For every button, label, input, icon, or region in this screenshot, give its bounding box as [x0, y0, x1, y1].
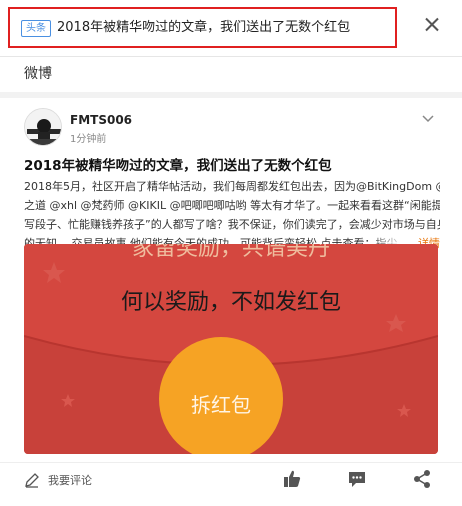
section-title: 微博 [24, 66, 52, 82]
post-body-line: 写段子、忙能赚钱养孩子”的人都写了啥？我不保证，你们读完了，会减少对市场与自身 [24, 218, 440, 231]
like-icon[interactable] [282, 469, 302, 489]
top-notification-bar: 头条 2018年被精华吻过的文章，我们送出了无数个红包 [0, 0, 462, 56]
headline-tag: 头条 [21, 20, 51, 37]
divider [0, 56, 462, 57]
chevron-down-icon[interactable] [422, 112, 434, 124]
open-red-packet-label: 拆红包 [191, 393, 251, 417]
open-red-packet-button[interactable]: 拆红包 [159, 337, 283, 454]
comment-label: 我要评论 [48, 474, 92, 487]
image-caption: 何以奖励，不如发红包 [120, 290, 341, 315]
post-body-line: 之道 @xhl @梵药师 @KIKIL @吧唧吧唧咕哟 等太有才华了。一起来看看… [24, 199, 440, 212]
share-icon[interactable] [412, 469, 432, 489]
avatar-image [25, 109, 61, 145]
divider [0, 462, 462, 463]
post-body-line: 2018年5月，社区开启了精华帖活动，我们每周都发红包出去，因为@BitKing… [24, 180, 440, 193]
post-title[interactable]: 2018年被精华吻过的文章，我们送出了无数个红包 [24, 154, 332, 174]
post-time: 1分钟前 [70, 134, 107, 145]
avatar[interactable] [24, 108, 62, 146]
comment-button[interactable]: 我要评论 [24, 470, 92, 490]
comment-icon[interactable] [347, 469, 367, 489]
edit-icon [25, 473, 39, 488]
close-icon[interactable] [420, 13, 444, 37]
author-name[interactable]: FMTS006 [70, 113, 132, 127]
post-body: 2018年5月，社区开启了精华帖活动，我们每周都发红包出去，因为@BitKing… [24, 177, 440, 253]
notification-title[interactable]: 2018年被精华吻过的文章，我们送出了无数个红包 [57, 18, 350, 38]
red-envelope-image[interactable]: 家留奖励，共谱美丹 何以奖励，不如发红包 拆红包 [24, 244, 438, 454]
image-top-text: 家留奖励，共谱美丹 [131, 244, 330, 261]
section-divider [0, 92, 462, 98]
